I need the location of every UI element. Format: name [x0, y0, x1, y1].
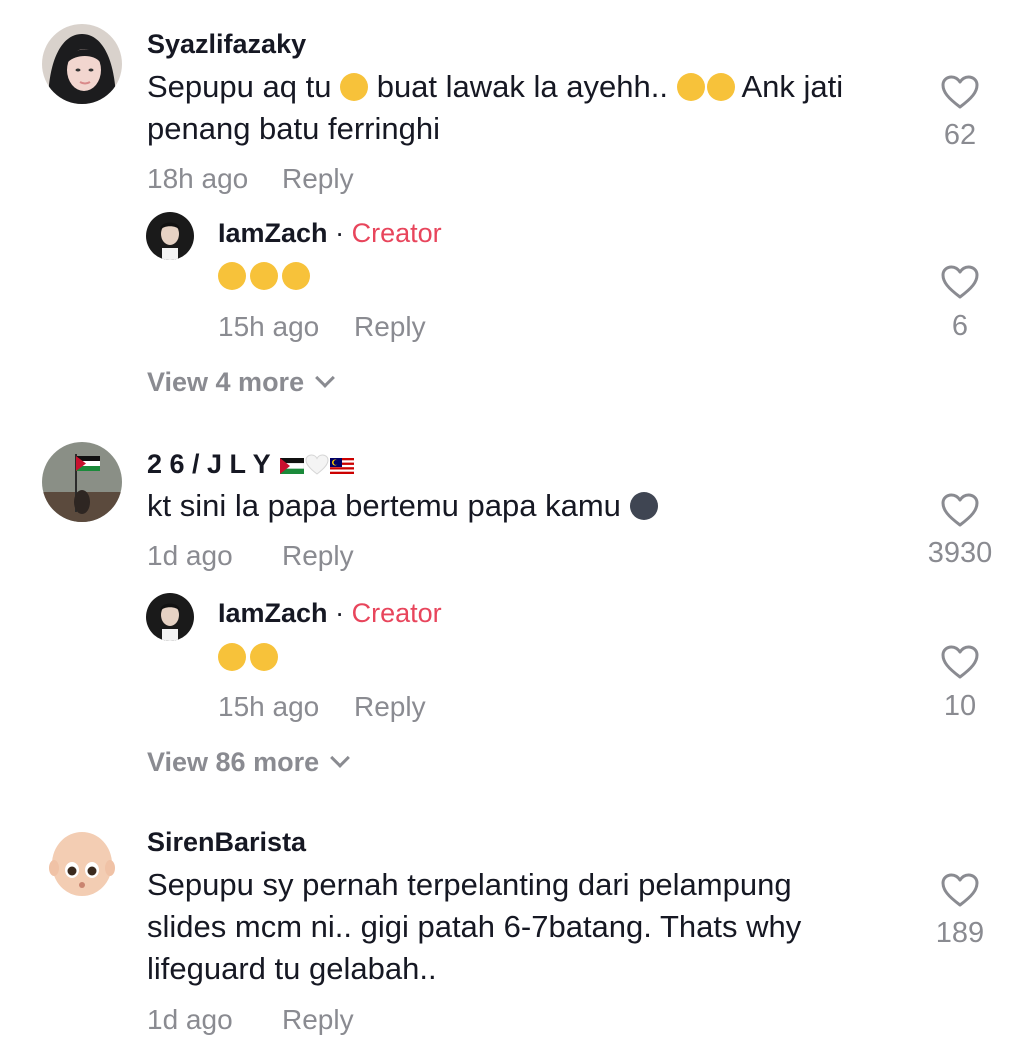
reply-text-emojis: [218, 643, 278, 672]
comment-username[interactable]: SirenBarista: [147, 827, 306, 858]
comment-text-part: kt sini la papa bertemu papa kamu: [147, 488, 621, 523]
comment-text-part: Ank jati: [741, 69, 844, 104]
comment-text-line: lifeguard tu gelabah..: [147, 951, 437, 986]
reply-username-text[interactable]: IamZach: [218, 218, 328, 248]
creator-avatar[interactable]: [146, 212, 194, 260]
comment-text: kt sini la papa bertemu papa kamu: [147, 485, 658, 527]
rolling-laughing-emoji: [676, 73, 705, 101]
flushed-face-emoji: [250, 643, 278, 671]
tears-of-joy-emoji: [218, 262, 246, 290]
like-count: 10: [943, 690, 977, 722]
like-count: 189: [935, 917, 985, 949]
malaysia-flag: [329, 450, 354, 474]
creator-badge: Creator: [351, 598, 442, 628]
rolling-laughing-emoji: [706, 73, 735, 101]
comment-text-line: penang batu ferringhi: [147, 111, 441, 146]
avatar[interactable]: [42, 442, 122, 522]
chevron-down-icon: [315, 368, 335, 388]
flushed-face-emoji: [218, 643, 246, 671]
reply-button[interactable]: Reply: [354, 311, 426, 343]
separator: ·: [335, 598, 345, 628]
creator-avatar[interactable]: [146, 593, 194, 641]
comment-time: 1d ago: [147, 1004, 233, 1035]
reply-text-emojis: [218, 262, 310, 291]
comment-text-part: buat lawak la ayehh..: [376, 69, 668, 104]
reply-time: 15h ago: [218, 691, 320, 722]
palestine-flag: [279, 450, 304, 474]
comment-time: 18h ago: [147, 163, 249, 194]
comment-username[interactable]: Syazlifazaky: [147, 29, 306, 60]
view-more-replies[interactable]: View 86 more: [147, 747, 351, 778]
chevron-down-icon: [330, 748, 351, 768]
white-heart: [304, 452, 330, 475]
like-count: 3930: [927, 537, 993, 569]
heart-outline-icon[interactable]: [940, 492, 980, 528]
creator-badge: Creator: [351, 218, 442, 248]
reply-button[interactable]: Reply: [282, 1004, 354, 1036]
reply-button[interactable]: Reply: [354, 691, 426, 723]
tears-of-joy-emoji: [250, 262, 278, 290]
reply-button[interactable]: Reply: [282, 163, 354, 195]
heart-outline-icon[interactable]: [940, 644, 980, 680]
reply-username-text[interactable]: IamZach: [218, 598, 328, 628]
separator: ·: [335, 218, 345, 248]
reply-username[interactable]: IamZach · Creator: [218, 218, 442, 249]
heart-outline-icon[interactable]: [940, 264, 980, 300]
rolling-laughing-emoji: [340, 73, 369, 101]
view-more-replies[interactable]: View 4 more: [147, 367, 335, 398]
comment-text-part: Sepupu aq tu: [147, 69, 332, 104]
comment-username[interactable]: 2 6 / J L Y: [147, 449, 354, 480]
like-count: 62: [943, 119, 977, 151]
reply-time: 15h ago: [218, 311, 320, 342]
comment-text: Sepupu aq tu buat lawak la ayehh.. Ank j…: [147, 66, 843, 108]
new-moon-face-emoji: [629, 492, 658, 520]
reply-username[interactable]: IamZach · Creator: [218, 598, 442, 629]
avatar[interactable]: [42, 24, 122, 104]
heart-outline-icon[interactable]: [940, 74, 980, 110]
comment-time: 1d ago: [147, 540, 233, 571]
comment-text-line: slides mcm ni.. gigi patah 6-7batang. Th…: [147, 909, 802, 944]
tears-of-joy-emoji: [282, 262, 310, 290]
avatar[interactable]: [42, 822, 122, 902]
reply-button[interactable]: Reply: [282, 540, 354, 572]
comment-text-line: Sepupu sy pernah terpelanting dari pelam…: [147, 867, 792, 902]
view-more-label[interactable]: View 4 more: [147, 367, 304, 397]
heart-outline-icon[interactable]: [940, 872, 980, 908]
like-count: 6: [951, 310, 969, 342]
view-more-label[interactable]: View 86 more: [147, 747, 319, 777]
username-text[interactable]: 2 6 / J L Y: [147, 449, 270, 479]
